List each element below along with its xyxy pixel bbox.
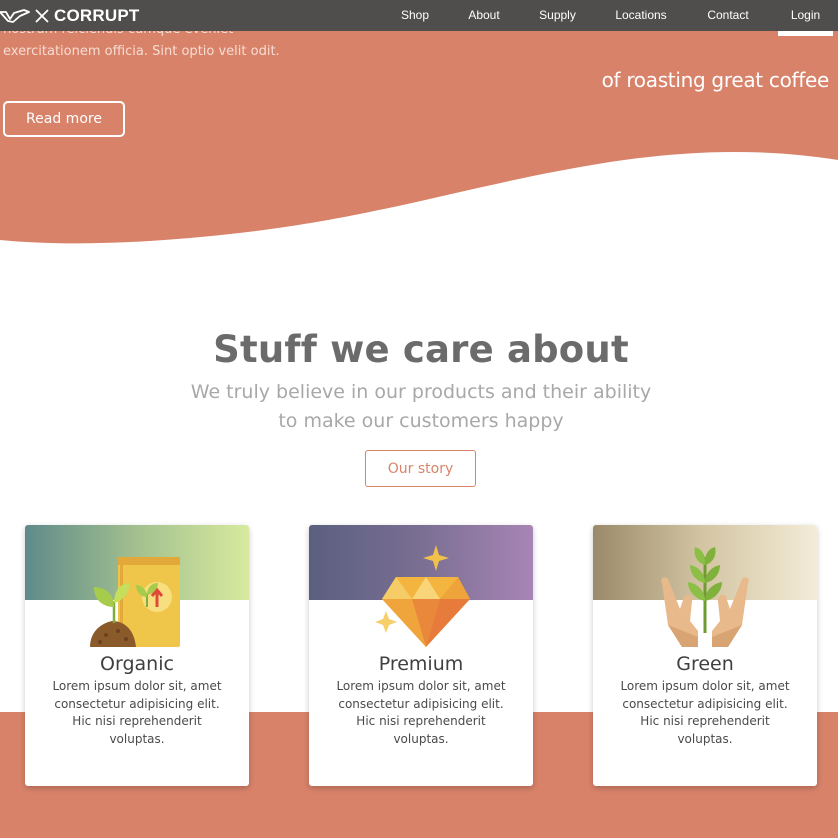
card-description-line: Hic nisi reprehenderit [640, 714, 770, 728]
hero-tagline: of roasting great coffee [601, 68, 830, 92]
card-description: Lorem ipsum dolor sit, amet consectetur … [321, 678, 521, 748]
hands-plant-icon [661, 547, 749, 647]
card-description-line: Lorem ipsum dolor sit, amet [336, 679, 506, 693]
card-description-line: voluptas. [109, 731, 165, 746]
card-description-line: consectetur adipisicing elit. [54, 696, 220, 711]
hero-section: nostrum reiciendis cumque eveniet exerci… [0, 0, 838, 260]
section-subtitle: We truly believe in our products and the… [0, 378, 838, 436]
card-title: Organic [100, 653, 174, 675]
section-title: Stuff we care about [213, 328, 629, 371]
diamond-sparkle-icon [375, 545, 470, 647]
card-description: Lorem ipsum dolor sit, amet consectetur … [37, 678, 237, 748]
feature-card-green[interactable]: Green Lorem ipsum dolor sit, amet consec… [593, 525, 817, 786]
section-subtitle-line: We truly believe in our products and the… [190, 381, 652, 403]
nav-item-contact[interactable]: Contact [696, 0, 760, 31]
seed-bag-sprout-icon [90, 557, 180, 647]
nav-item-about[interactable]: About [458, 0, 510, 31]
top-navbar: CORRUPT Shop About Supply Locations Cont… [0, 0, 838, 31]
feature-card-premium[interactable]: Premium Lorem ipsum dolor sit, amet cons… [309, 525, 533, 786]
nav-item-supply[interactable]: Supply [530, 0, 585, 31]
card-description-line: consectetur adipisicing elit. [622, 696, 788, 711]
read-more-button[interactable]: Read more [3, 101, 125, 137]
card-title: Green [676, 653, 734, 675]
nav-item-login[interactable]: Login [778, 0, 833, 31]
card-description-line: Hic nisi reprehenderit [356, 714, 486, 728]
feature-card-organic[interactable]: Organic Lorem ipsum dolor sit, amet cons… [25, 525, 249, 786]
card-description-line: Hic nisi reprehenderit [72, 714, 202, 728]
our-story-button[interactable]: Our story [365, 450, 476, 487]
nav-item-locations[interactable]: Locations [606, 0, 676, 31]
card-description-line: consectetur adipisicing elit. [338, 696, 504, 711]
card-description-line: Lorem ipsum dolor sit, amet [52, 679, 222, 693]
main-nav: Shop About Supply Locations Contact Logi… [0, 0, 838, 31]
card-title: Premium [378, 653, 464, 675]
nav-item-shop[interactable]: Shop [390, 0, 440, 31]
card-description-line: Lorem ipsum dolor sit, amet [620, 679, 790, 693]
nav-active-indicator [778, 31, 833, 36]
card-description-line: voluptas. [393, 731, 449, 746]
hero-paragraph-line: exercitationem officia. Sint optio velit… [3, 44, 280, 59]
card-description: Lorem ipsum dolor sit, amet consectetur … [605, 678, 805, 748]
card-description-line: voluptas. [677, 731, 733, 746]
section-subtitle-line: to make our customers happy [278, 410, 564, 432]
